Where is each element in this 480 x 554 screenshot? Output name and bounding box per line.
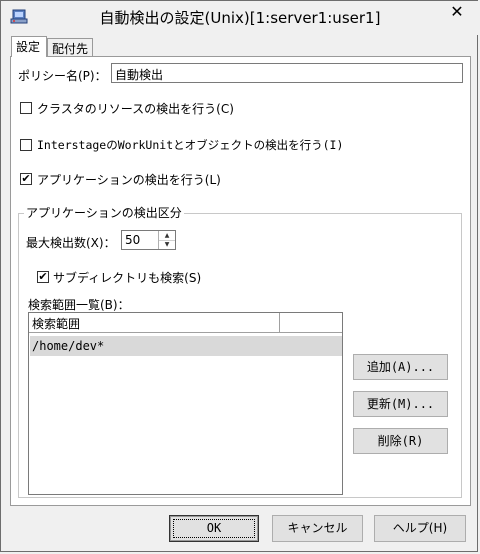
tab-settings[interactable]: 設定 (11, 36, 47, 57)
title-bar: 自動検出の設定(Unix)[1:server1:user1] ✕ (1, 1, 479, 35)
search-range-list-label: 検索範囲一覧(B)： (28, 298, 130, 312)
interstage-checkbox-label: InterstageのWorkUnitとオブジェクトの検出を行う(I) (37, 138, 344, 152)
focus-rect (173, 519, 255, 538)
window-title: 自動検出の設定(Unix)[1:server1:user1] (99, 9, 381, 27)
list-item[interactable]: /home/dev* (30, 336, 342, 356)
policy-name-input[interactable]: 自動検出 (111, 63, 463, 83)
check-mark-icon: ✔ (21, 172, 31, 185)
subdir-checkbox[interactable]: ✔ (37, 271, 49, 283)
cancel-button[interactable]: キャンセル (272, 515, 363, 542)
column-header-empty (280, 313, 342, 333)
max-detect-value: 50 (125, 233, 141, 247)
search-range-list[interactable]: 検索範囲 /home/dev* (28, 312, 343, 495)
policy-name-label: ポリシー名(P)： (18, 69, 107, 83)
application-checkbox-label: アプリケーションの検出を行う(L) (37, 173, 221, 187)
tab-distribution-label: 配付先 (52, 42, 89, 56)
delete-button[interactable]: 削除(R) (353, 428, 448, 454)
application-checkbox[interactable]: ✔ (20, 173, 32, 185)
spin-down-icon[interactable]: ▼ (159, 240, 175, 249)
check-mark-icon: ✔ (38, 270, 48, 283)
application-group-title: アプリケーションの検出区分 (24, 204, 184, 221)
cluster-checkbox[interactable] (20, 102, 32, 114)
close-button[interactable]: ✕ (438, 2, 476, 22)
max-detect-spinner[interactable]: 50 ▲ ▼ (121, 230, 176, 250)
update-button[interactable]: 更新(M)... (353, 391, 448, 417)
add-button[interactable]: 追加(A)... (353, 354, 448, 380)
subdir-checkbox-label: サブディレクトリも検索(S) (53, 271, 202, 285)
interstage-checkbox[interactable] (20, 139, 32, 151)
tab-distribution[interactable]: 配付先 (47, 38, 93, 57)
help-button[interactable]: ヘルプ(H) (374, 515, 466, 542)
tab-settings-label: 設定 (16, 40, 41, 54)
column-header-search-range[interactable]: 検索範囲 (29, 313, 280, 333)
max-detect-label: 最大検出数(X)： (26, 236, 116, 250)
cluster-checkbox-label: クラスタのリソースの検出を行う(C) (37, 102, 234, 116)
close-icon: ✕ (450, 2, 464, 21)
ok-button[interactable]: OK (169, 515, 259, 542)
dialog-window: 自動検出の設定(Unix)[1:server1:user1] ✕ 設定 配付先 … (0, 0, 479, 552)
spinner-buttons: ▲ ▼ (158, 231, 175, 249)
